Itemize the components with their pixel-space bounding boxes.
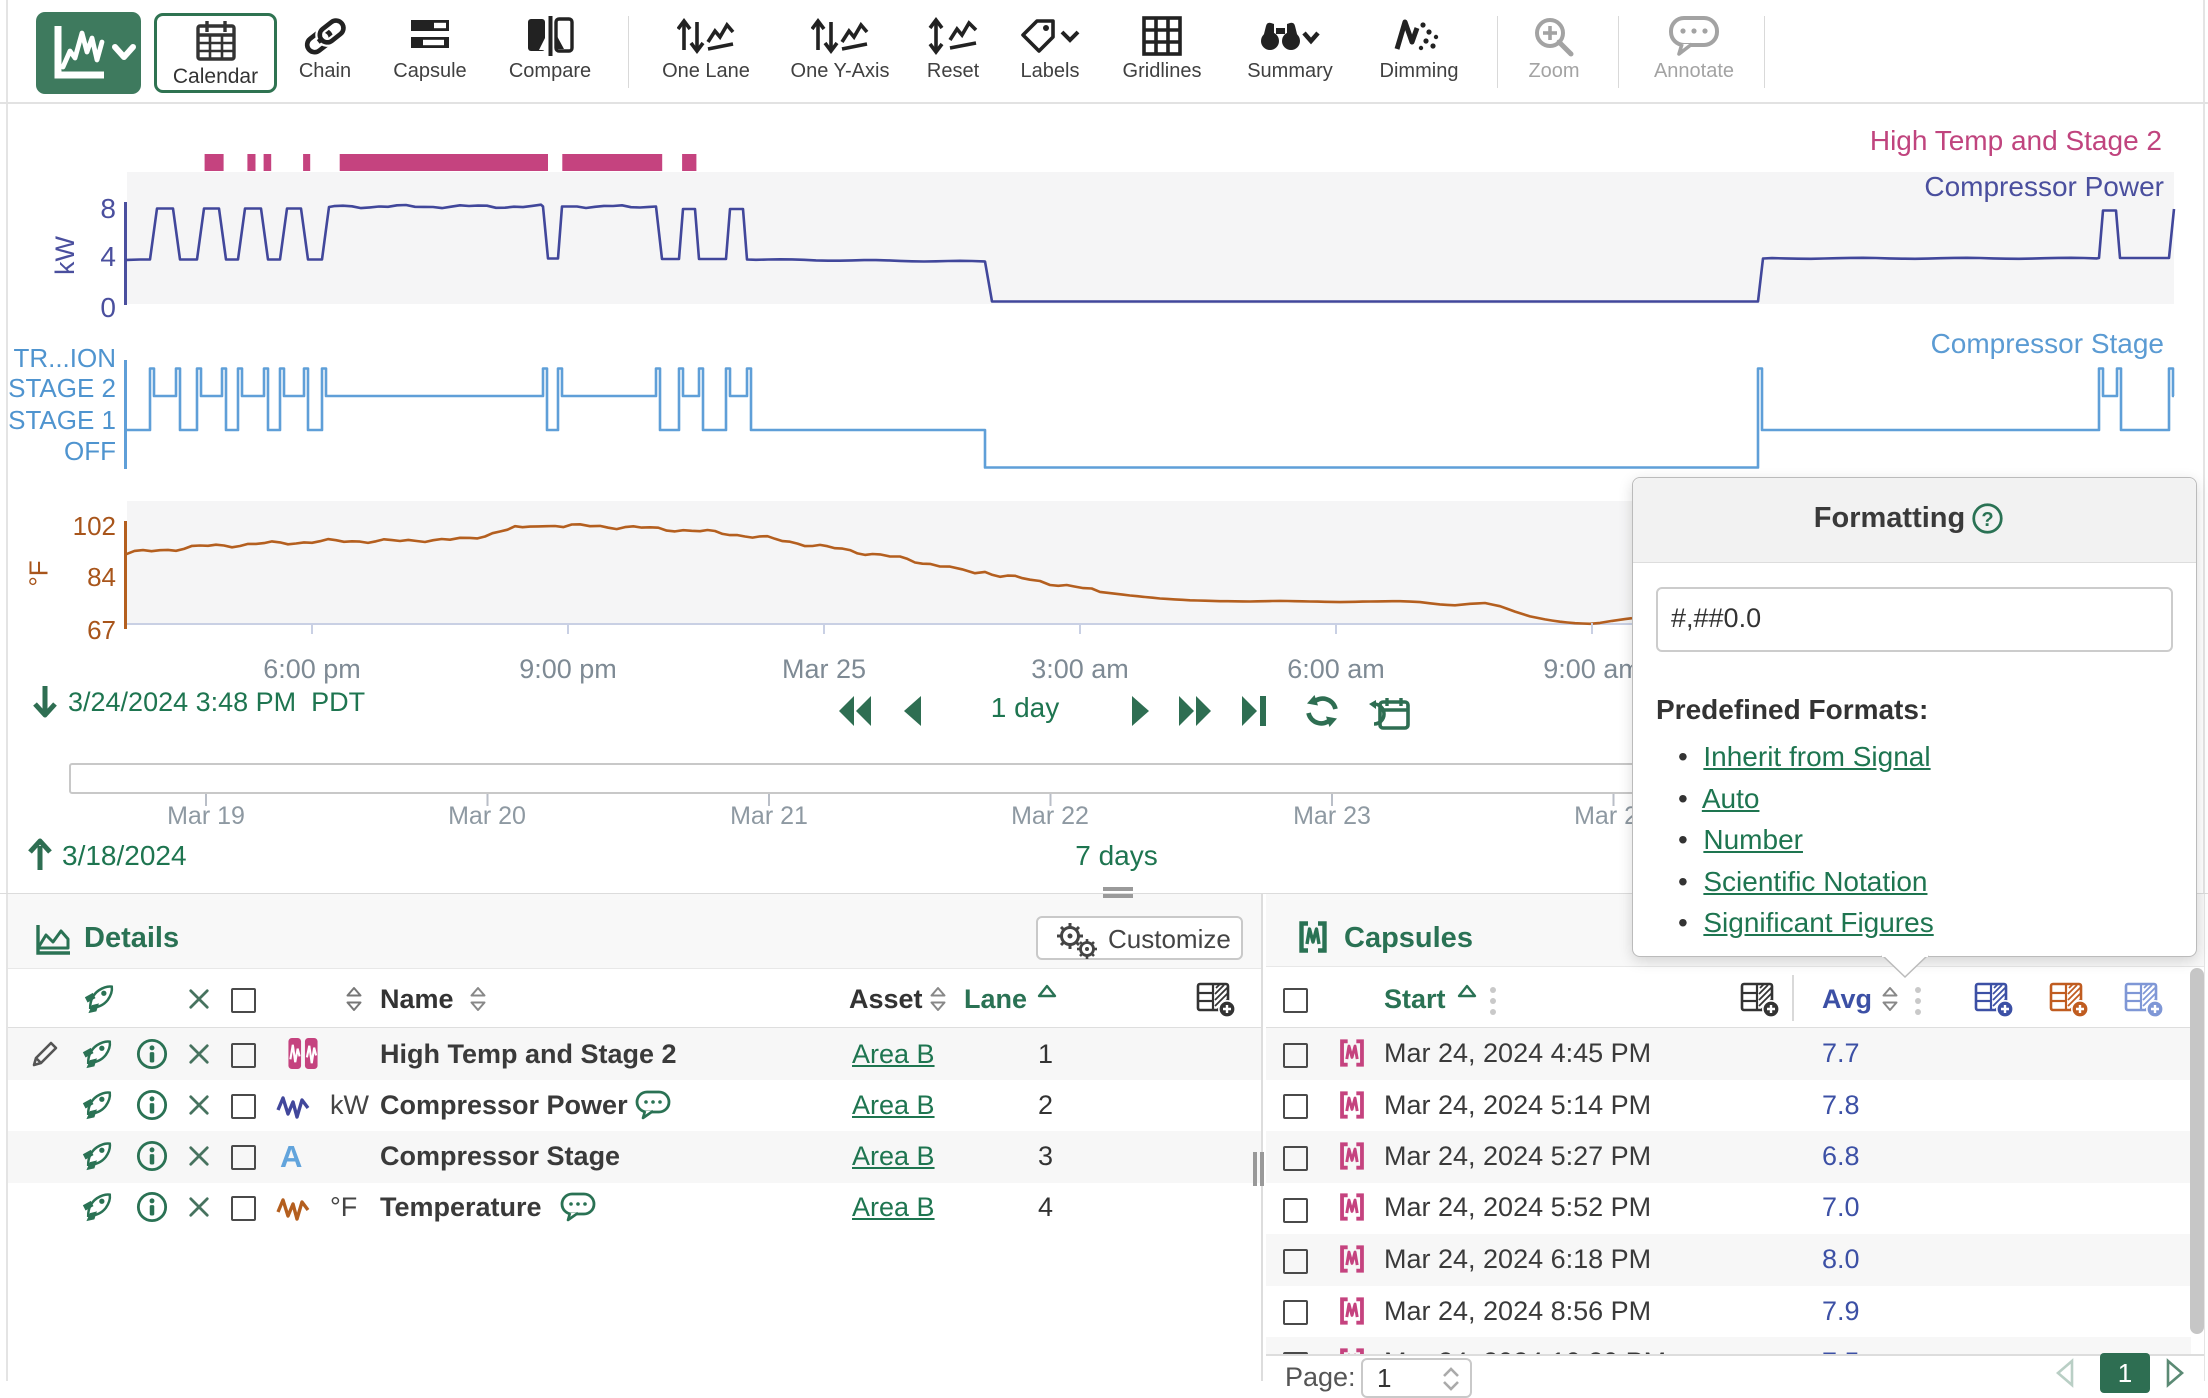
svg-text:?: ? (1981, 509, 1993, 531)
